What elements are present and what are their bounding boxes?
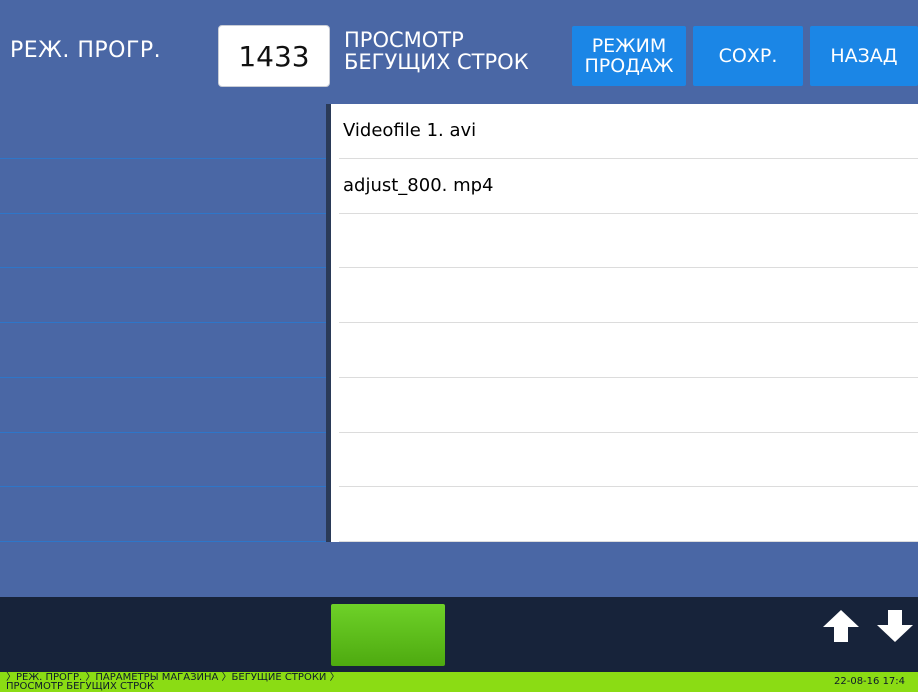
header-bar: РЕЖ. ПРОГР. 1433 ПРОСМОТР БЕГУЩИХ СТРОК … bbox=[0, 0, 918, 104]
breadcrumb: 〉РЕЖ. ПРОГР. 〉ПАРАМЕТРЫ МАГАЗИНА 〉БЕГУЩИ… bbox=[6, 673, 426, 692]
status-bar: 〉РЕЖ. ПРОГР. 〉ПАРАМЕТРЫ МАГАЗИНА 〉БЕГУЩИ… bbox=[0, 672, 918, 692]
arrow-up-icon[interactable] bbox=[822, 609, 860, 643]
program-number-field[interactable]: 1433 bbox=[218, 25, 330, 87]
list-item[interactable] bbox=[339, 433, 918, 488]
back-button[interactable]: НАЗАД bbox=[810, 26, 918, 86]
list-item[interactable] bbox=[339, 323, 918, 378]
list-item[interactable] bbox=[339, 214, 918, 269]
left-row bbox=[0, 323, 326, 378]
footer-toolbar bbox=[0, 597, 918, 672]
file-list: Videofile 1. avi adjust_800. mp4 bbox=[331, 104, 918, 542]
left-row bbox=[0, 487, 326, 542]
list-item[interactable] bbox=[339, 378, 918, 433]
mode-label: РЕЖ. ПРОГР. bbox=[10, 38, 162, 63]
sales-mode-label-line2: ПРОДАЖ bbox=[584, 55, 674, 77]
breadcrumb-line2: ПРОСМОТР БЕГУЩИХ СТРОК bbox=[6, 681, 155, 692]
left-panel bbox=[0, 104, 326, 542]
left-row bbox=[0, 214, 326, 269]
left-row bbox=[0, 268, 326, 323]
screen-title-line2: БЕГУЩИХ СТРОК bbox=[344, 50, 529, 74]
list-item[interactable]: Videofile 1. avi bbox=[339, 104, 918, 159]
list-item[interactable]: adjust_800. mp4 bbox=[339, 159, 918, 214]
list-item[interactable] bbox=[339, 268, 918, 323]
left-row bbox=[0, 159, 326, 214]
left-row bbox=[0, 104, 326, 159]
left-row bbox=[0, 433, 326, 488]
left-row bbox=[0, 378, 326, 433]
screen-title: ПРОСМОТР БЕГУЩИХ СТРОК bbox=[344, 29, 569, 73]
green-action-button[interactable] bbox=[331, 604, 445, 666]
datetime-display: 22-08-16 17:4 bbox=[834, 676, 906, 687]
list-item[interactable] bbox=[339, 487, 918, 542]
bottom-strip bbox=[0, 542, 918, 597]
sales-mode-label-line1: РЕЖИМ bbox=[591, 35, 667, 57]
save-button[interactable]: СОХР. bbox=[693, 26, 803, 86]
sales-mode-button[interactable]: РЕЖИМ ПРОДАЖ bbox=[572, 26, 686, 86]
arrow-down-icon[interactable] bbox=[876, 609, 914, 643]
screen-title-line1: ПРОСМОТР bbox=[344, 28, 464, 52]
